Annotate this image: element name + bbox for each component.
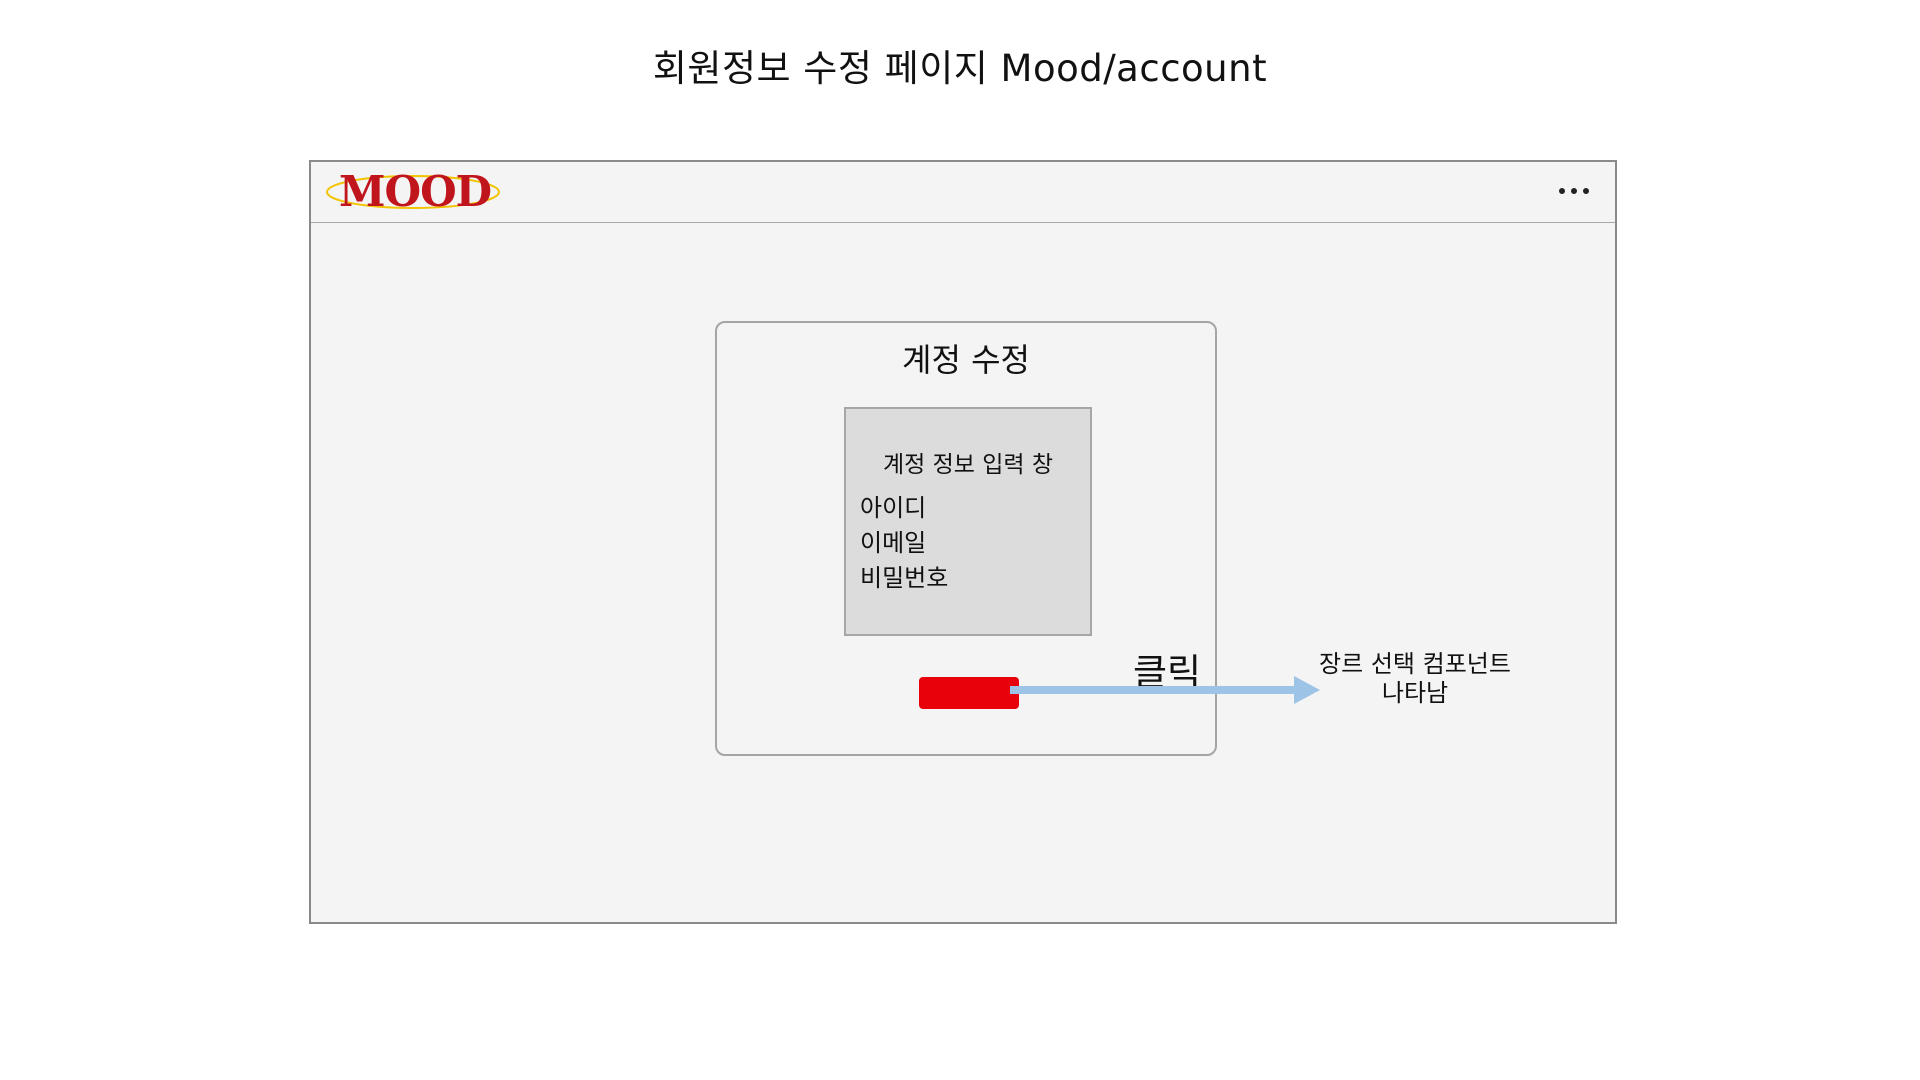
page-title: 회원정보 수정 페이지 Mood/account	[652, 47, 1268, 90]
field-password[interactable]: 비밀번호	[860, 561, 948, 596]
browser-window: MOOD 계정 수정 계정 정보 입력 창 아이디 이메일 비밀번호	[309, 160, 1617, 924]
submit-button[interactable]	[919, 677, 1019, 709]
field-email[interactable]: 이메일	[860, 526, 948, 561]
result-label-line2: 나타남	[1381, 679, 1449, 707]
result-label-line1: 장르 선택 컴포넌트	[1319, 650, 1511, 678]
more-horizontal-icon[interactable]	[1559, 176, 1589, 206]
input-panel-title: 계정 정보 입력 창	[882, 452, 1054, 478]
mood-logo[interactable]: MOOD	[323, 168, 503, 216]
browser-header: MOOD	[311, 162, 1615, 223]
logo-text: MOOD	[339, 167, 492, 216]
account-info-input-panel: 계정 정보 입력 창 아이디 이메일 비밀번호	[844, 407, 1092, 636]
field-list: 아이디 이메일 비밀번호	[860, 491, 948, 596]
arrow-right-icon	[1010, 676, 1320, 704]
dialog-title: 계정 수정	[902, 341, 1030, 379]
result-label: 장르 선택 컴포넌트 나타남	[1290, 650, 1540, 708]
field-id[interactable]: 아이디	[860, 491, 948, 526]
